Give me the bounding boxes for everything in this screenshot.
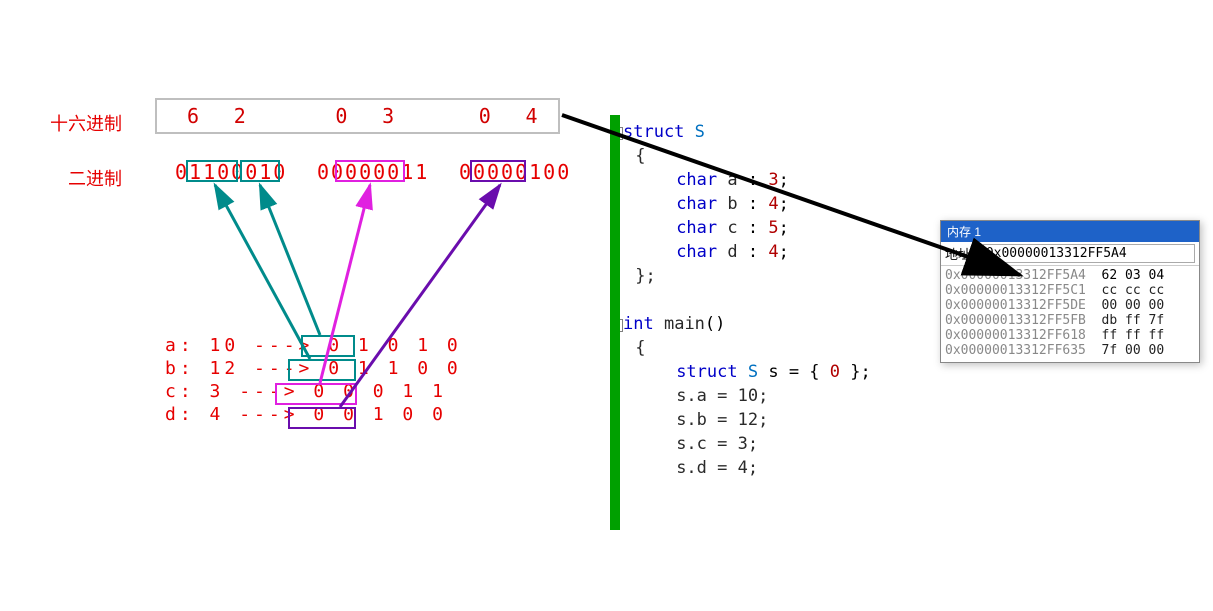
memory-row-3: 0x00000013312FF5FB db ff 7f (945, 313, 1195, 328)
hex-label: 十六进制 (50, 110, 122, 136)
code-pane: -struct S { char a : 3; char b : 4; char… (610, 115, 940, 530)
type-s: S (695, 122, 705, 142)
bin-box-c-bits (335, 160, 405, 182)
memory-body: 0x00000013312FF5A4 62 03 04 0x0000001331… (941, 266, 1199, 362)
var-c-box (275, 383, 357, 405)
var-b-label: b: (165, 358, 210, 379)
arrow-b (215, 185, 310, 359)
code-inner: -struct S { char a : 3; char b : 4; char… (625, 115, 940, 480)
memory-panel: 内存 1 地址: 0x00000013312FF5A4 62 03 04 0x0… (940, 220, 1200, 363)
var-d-box (288, 407, 356, 429)
hex-d1: 2 (234, 104, 246, 128)
var-a-val: 10 (210, 335, 240, 356)
diagram-canvas: 十六进制 6 2 0 3 0 4 二进制 01100010 00000011 0… (0, 0, 1213, 611)
var-b-box (288, 359, 356, 381)
memory-row-0: 0x00000013312FF5A4 62 03 04 (945, 268, 1195, 283)
bin-box-d-bits (470, 160, 526, 182)
var-c-val: 3 (210, 381, 225, 402)
bin-box-b-bits (186, 160, 238, 182)
var-d-val: 4 (210, 404, 225, 425)
hex-d0: 6 (187, 104, 199, 128)
var-a-label: a: (165, 335, 210, 356)
var-a-box (301, 335, 355, 357)
memory-row-2: 0x00000013312FF5DE 00 00 00 (945, 298, 1195, 313)
memory-title: 内存 1 (941, 221, 1199, 242)
memory-address-input[interactable] (983, 244, 1195, 263)
hex-d5: 4 (525, 104, 537, 128)
var-d-label: d: (165, 404, 210, 425)
memory-row-1: 0x00000013312FF5C1 cc cc cc (945, 283, 1195, 298)
memory-address-label: 地址: (945, 244, 979, 263)
hex-d3: 3 (382, 104, 394, 128)
hex-box: 6 2 0 3 0 4 (155, 98, 560, 134)
memory-row-4: 0x00000013312FF618 ff ff ff (945, 328, 1195, 343)
hex-d2: 0 (335, 104, 347, 128)
var-c-label: c: (165, 381, 210, 402)
memory-address-row: 地址: (941, 242, 1199, 266)
code-gutter (610, 115, 620, 530)
kw-struct: struct (623, 122, 684, 142)
bin-box-a-bits (240, 160, 280, 182)
bin-label: 二进制 (68, 165, 122, 191)
hex-d4: 0 (479, 104, 491, 128)
arrow-a (260, 185, 320, 335)
memory-row-5: 0x00000013312FF635 7f 00 00 (945, 343, 1195, 358)
var-b-val: 12 (210, 358, 240, 379)
